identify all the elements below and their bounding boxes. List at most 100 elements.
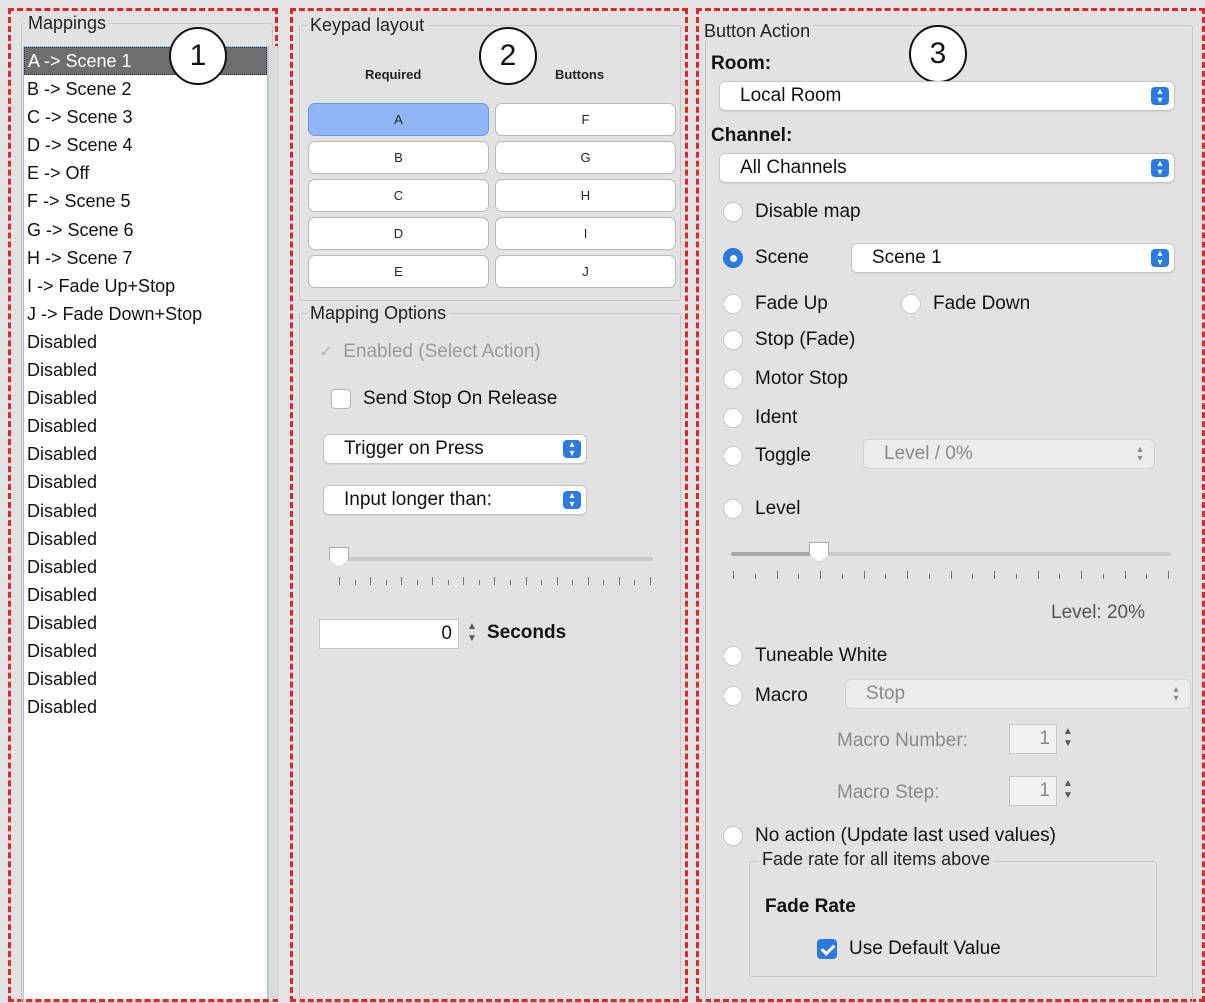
keypad-button-a[interactable]: A [308,103,489,136]
list-item[interactable]: Disabled [24,356,267,384]
use-default-box[interactable] [817,939,837,959]
mappings-list[interactable]: A -> Scene 1B -> Scene 2C -> Scene 3D ->… [23,46,268,999]
stop-fade-label: Stop (Fade) [755,329,856,350]
list-item[interactable]: Disabled [24,553,267,581]
send-stop-box[interactable] [331,389,351,409]
list-item[interactable]: Disabled [24,384,267,412]
list-item[interactable]: A -> Scene 1 [24,47,267,76]
radio-circle[interactable] [723,202,743,222]
level-label: Level [755,498,801,519]
toggle-label: Toggle [755,445,811,466]
scene-label: Scene [755,247,809,268]
list-scrollbar[interactable] [268,46,279,999]
use-default-checkbox[interactable]: Use Default Value [817,938,1001,960]
radio-stop-fade[interactable]: Stop (Fade) [723,329,855,351]
radio-macro[interactable]: Macro [723,685,808,707]
mapping-options-group [299,313,681,1003]
radio-circle[interactable] [723,408,743,428]
radio-circle[interactable] [723,686,743,706]
slider-tick [1081,571,1082,579]
keypad-button-j[interactable]: J [495,255,676,288]
keypad-button-i[interactable]: I [495,217,676,250]
mappings-title: Mappings [25,13,110,33]
radio-no-action[interactable]: No action (Update last used values) [723,825,1056,847]
keypad-button-b[interactable]: B [308,141,489,174]
input-duration-select[interactable]: Input longer than: ▴ ▾ [323,485,587,515]
slider-tick [354,580,356,585]
list-item[interactable]: J -> Fade Down+Stop [24,300,267,328]
radio-level[interactable]: Level [723,498,800,520]
radio-scene[interactable]: Scene [723,247,809,269]
list-item[interactable]: E -> Off [24,159,267,187]
duration-slider-track[interactable] [331,557,653,561]
keypad-button-e[interactable]: E [308,255,489,288]
keypad-button-h[interactable]: H [495,179,676,212]
list-item[interactable]: I -> Fade Up+Stop [24,272,267,300]
keypad-button-g[interactable]: G [495,141,676,174]
fade-rate-label: Fade Rate [765,896,856,917]
radio-circle[interactable] [723,499,743,519]
channel-select-value: All Channels [740,157,847,178]
channel-select[interactable]: All Channels ▴ ▾ [719,153,1175,183]
radio-circle[interactable] [723,294,743,314]
keypad-button-c[interactable]: C [308,179,489,212]
keypad-header-required: Required [365,67,422,82]
radio-circle[interactable] [723,646,743,666]
list-item[interactable]: Disabled [24,609,267,637]
list-item[interactable]: F -> Scene 5 [24,187,267,215]
list-item[interactable]: Disabled [24,637,267,665]
slider-tick [733,571,734,579]
slider-tick [841,574,843,579]
list-item[interactable]: Disabled [24,440,267,468]
trigger-select[interactable]: Trigger on Press ▴ ▾ [323,434,587,464]
duration-slider-ticks [339,577,651,587]
seconds-stepper-icon[interactable]: ▲ ▼ [465,621,479,647]
list-item[interactable]: C -> Scene 3 [24,103,267,131]
radio-fade-down[interactable]: Fade Down [901,293,1030,315]
seconds-label: Seconds [487,622,567,643]
list-item[interactable]: G -> Scene 6 [24,216,267,244]
radio-fade-up[interactable]: Fade Up [723,293,828,315]
radio-circle[interactable] [723,369,743,389]
radio-circle[interactable] [901,294,921,314]
radio-motor-stop[interactable]: Motor Stop [723,368,848,390]
slider-tick [339,577,340,585]
list-item[interactable]: Disabled [24,468,267,496]
radio-toggle[interactable]: Toggle [723,445,811,467]
list-item[interactable]: Disabled [24,665,267,693]
slider-tick [649,577,651,585]
slider-tick [416,580,418,585]
list-item[interactable]: H -> Scene 7 [24,244,267,272]
radio-circle[interactable] [723,330,743,350]
send-stop-checkbox[interactable]: Send Stop On Release [331,388,557,410]
macro-step-stepper-icon: ▲ ▼ [1063,778,1073,801]
seconds-input[interactable]: 0 [319,619,459,649]
radio-circle[interactable] [723,248,743,268]
disable-map-label: Disable map [755,201,861,222]
radio-ident[interactable]: Ident [723,407,797,429]
list-item[interactable]: Disabled [24,328,267,356]
radio-tuneable-white[interactable]: Tuneable White [723,645,887,667]
slider-tick [1124,571,1126,579]
ident-label: Ident [755,407,798,428]
list-item[interactable]: Disabled [24,693,267,721]
radio-circle[interactable] [723,446,743,466]
keypad-button-f[interactable]: F [495,103,676,136]
motor-stop-label: Motor Stop [755,368,848,389]
radio-disable-map[interactable]: Disable map [723,201,861,223]
scene-select[interactable]: Scene 1 ▴ ▾ [851,243,1175,273]
radio-circle[interactable] [723,826,743,846]
list-item[interactable]: Disabled [24,497,267,525]
toggle-select-value: Level / 0% [884,443,973,464]
level-slider-track[interactable] [731,552,1171,556]
list-item[interactable]: Disabled [24,525,267,553]
list-item[interactable]: B -> Scene 2 [24,75,267,103]
scene-select-value: Scene 1 [872,247,942,268]
list-item[interactable]: Disabled [24,581,267,609]
keypad-button-d[interactable]: D [308,217,489,250]
macro-step-input: 1 [1009,776,1057,806]
list-item[interactable]: Disabled [24,412,267,440]
list-item[interactable]: D -> Scene 4 [24,131,267,159]
select-stepper-icon: ▴ ▾ [1137,444,1143,464]
room-select[interactable]: Local Room ▴ ▾ [719,81,1175,111]
